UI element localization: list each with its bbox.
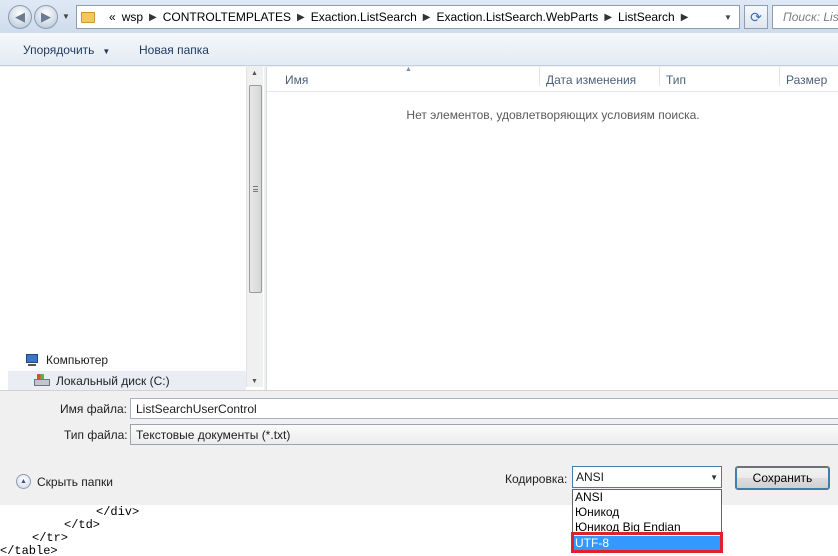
computer-icon [24, 353, 40, 367]
file-list-pane: ▲ Имя Дата изменения Тип Размер Нет элем… [266, 66, 838, 390]
chevron-down-icon: ▼ [710, 473, 718, 482]
file-name-label: Имя файла: [60, 402, 127, 416]
file-type-label: Тип файла: [64, 428, 128, 442]
hide-folders-button[interactable]: ▲ Скрыть папки [16, 474, 113, 489]
arrow-right-icon: ▶ [41, 9, 51, 24]
forward-button[interactable]: ▶ [34, 5, 58, 29]
breadcrumb-separator-icon[interactable]: ▶ [149, 12, 157, 23]
breadcrumb-separator-icon[interactable]: ▶ [297, 12, 305, 23]
nav-item-computer[interactable]: Компьютер [24, 353, 108, 367]
refresh-button[interactable]: ⟳ [744, 5, 768, 29]
column-header-type[interactable]: Тип [659, 67, 686, 87]
folder-icon [81, 11, 95, 23]
encoding-option-ansi[interactable]: ANSI [573, 490, 721, 505]
breadcrumb-item[interactable]: Exaction.ListSearch.WebParts [436, 10, 598, 24]
column-header-name[interactable]: Имя [279, 73, 308, 87]
encoding-select[interactable]: ANSI ▼ [572, 466, 722, 488]
new-folder-button[interactable]: Новая папка [139, 43, 209, 57]
breadcrumb-item[interactable]: wsp [122, 10, 143, 24]
organize-button[interactable]: Упорядочить ▼ [23, 43, 110, 57]
nav-item-label: Компьютер [46, 353, 109, 367]
empty-results-message: Нет элементов, удовлетворяющих условиям … [406, 108, 700, 122]
encoding-option-unicode[interactable]: Юникод [573, 505, 721, 520]
nav-item-label: Локальный диск (C:) [56, 373, 170, 388]
breadcrumb-separator-icon[interactable]: ▶ [681, 12, 689, 23]
breadcrumb-overflow[interactable]: « [109, 10, 116, 24]
code-line: </td> [64, 518, 101, 532]
scroll-thumb[interactable] [249, 85, 262, 293]
encoding-label: Кодировка: [505, 472, 568, 486]
organize-label: Упорядочить [23, 43, 95, 57]
refresh-icon: ⟳ [750, 8, 762, 25]
code-line: </div> [96, 505, 140, 519]
address-dropdown-icon[interactable]: ▼ [717, 6, 739, 28]
scroll-down-icon[interactable]: ▼ [251, 378, 258, 385]
toolbar: Упорядочить ▼ Новая папка [0, 33, 838, 66]
file-name-input[interactable]: ListSearchUserControl [130, 398, 838, 419]
chevron-down-icon: ▼ [102, 47, 111, 56]
chevron-up-icon: ▲ [16, 474, 31, 489]
breadcrumb-separator-icon[interactable]: ▶ [423, 12, 431, 23]
file-type-select[interactable]: Текстовые документы (*.txt) [130, 424, 838, 445]
navigation-scrollbar[interactable]: ▲ ▼ [246, 67, 263, 387]
save-button[interactable]: Сохранить [735, 466, 830, 490]
hide-folders-label: Скрыть папки [37, 474, 113, 489]
breadcrumb-item[interactable]: CONTROLTEMPLATES [163, 10, 291, 24]
breadcrumb-separator-icon[interactable]: ▶ [604, 12, 612, 23]
address-row: ◀ ▶ ▼ « wsp ▶ CONTROLTEMPLATES ▶ Exactio… [0, 0, 838, 33]
search-input[interactable]: Поиск: ListSearch [772, 5, 838, 29]
navigation-pane: Компьютер Локальный диск (C:) [0, 67, 264, 390]
breadcrumb-item[interactable]: ListSearch [618, 10, 675, 24]
code-line: </table> [0, 544, 58, 556]
scroll-up-icon[interactable]: ▲ [251, 70, 258, 77]
arrow-left-icon: ◀ [15, 9, 25, 24]
column-header-row: ▲ Имя Дата изменения Тип Размер [267, 66, 838, 92]
column-header-size[interactable]: Размер [779, 67, 827, 87]
sort-ascending-icon: ▲ [405, 66, 412, 73]
breadcrumb-item[interactable]: Exaction.ListSearch [311, 10, 417, 24]
encoding-current-value: ANSI [576, 470, 605, 484]
back-button[interactable]: ◀ [8, 5, 32, 29]
annotation-highlight-box [571, 532, 723, 553]
recent-pages-dropdown-icon[interactable]: ▼ [62, 12, 70, 21]
save-as-dialog: ◀ ▶ ▼ « wsp ▶ CONTROLTEMPLATES ▶ Exactio… [0, 0, 838, 505]
nav-item-local-disk[interactable]: Локальный диск (C:) [8, 371, 246, 390]
grip-icon [253, 186, 258, 192]
hard-disk-icon [34, 374, 50, 387]
address-bar[interactable]: « wsp ▶ CONTROLTEMPLATES ▶ Exaction.List… [76, 5, 740, 29]
column-header-date[interactable]: Дата изменения [539, 67, 636, 87]
